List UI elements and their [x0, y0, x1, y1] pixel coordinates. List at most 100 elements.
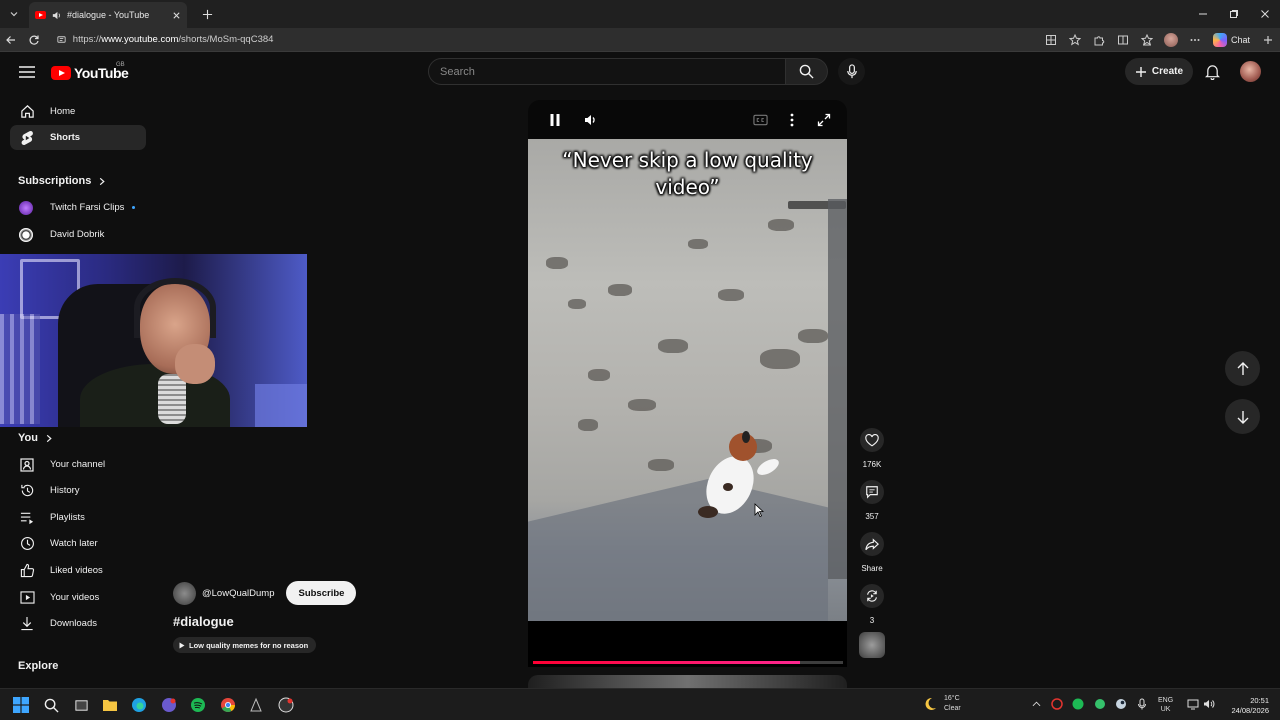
copilot-chat-button[interactable]: Chat — [1207, 32, 1256, 47]
like-count: 176K — [862, 460, 882, 469]
new-tab-button[interactable] — [197, 4, 217, 24]
webcam-headset — [134, 278, 216, 338]
captions-button[interactable] — [752, 112, 768, 128]
tray-spotify-icon[interactable] — [1071, 697, 1085, 711]
sidebar-item-subscription[interactable]: David Dobrik — [10, 222, 146, 247]
thumbs-up-icon — [18, 562, 36, 580]
remix-button[interactable] — [860, 584, 884, 608]
next-short-button[interactable] — [1225, 399, 1260, 434]
account-avatar[interactable] — [1240, 61, 1261, 82]
tray-volume-icon[interactable] — [1202, 697, 1216, 711]
sidebar-item-label: Liked videos — [50, 565, 103, 576]
volume-icon — [1204, 700, 1215, 708]
you-heading[interactable]: You — [18, 432, 53, 444]
browser-tab-active[interactable]: #dialogue - YouTube — [29, 2, 187, 28]
tray-microphone-icon[interactable] — [1135, 697, 1149, 711]
share-button[interactable] — [860, 532, 884, 556]
menu-icon[interactable] — [18, 64, 36, 80]
pinned-app-button[interactable] — [247, 696, 265, 714]
channel-avatar[interactable] — [173, 581, 196, 605]
close-tab-icon[interactable] — [172, 11, 181, 20]
youtube-logo[interactable]: YouTube GB — [51, 62, 129, 81]
messenger-button[interactable] — [160, 696, 178, 714]
more-options-button[interactable] — [784, 112, 800, 128]
sidebar-item-shorts[interactable]: Shorts — [10, 125, 146, 150]
pause-button[interactable] — [547, 112, 563, 128]
sidebar-toggle-button[interactable] — [1256, 29, 1280, 51]
sidebar-item-home[interactable]: Home — [10, 99, 146, 124]
close-window-button[interactable] — [1249, 0, 1280, 28]
sidebar-item-playlists[interactable]: Playlists — [10, 505, 146, 530]
show-hidden-icons-button[interactable] — [1029, 697, 1043, 711]
create-label: Create — [1151, 66, 1184, 77]
comments-button[interactable] — [860, 480, 884, 504]
more-button[interactable] — [1183, 29, 1207, 51]
remix-icon — [867, 590, 877, 602]
refresh-button[interactable] — [23, 29, 46, 51]
new-content-dot — [132, 206, 136, 209]
tray-steam-icon[interactable] — [1114, 697, 1128, 711]
notifications-button[interactable] — [1202, 62, 1222, 82]
tab-actions-menu[interactable] — [3, 3, 25, 25]
speaker-icon[interactable] — [51, 10, 62, 21]
volume-button[interactable] — [583, 112, 599, 128]
spotify-button[interactable] — [189, 696, 207, 714]
sound-source-thumbnail[interactable] — [859, 632, 885, 658]
sidebar-item-watch-later[interactable]: Watch later — [10, 531, 146, 556]
url-field[interactable]: https://www.youtube.com/shorts/MoSm-qqC3… — [52, 30, 1039, 50]
back-button[interactable] — [0, 29, 23, 51]
favorites-button[interactable] — [1135, 29, 1159, 51]
app-available-button[interactable] — [1039, 29, 1063, 51]
voice-search-button[interactable] — [838, 58, 865, 85]
video-stone — [648, 459, 674, 471]
next-short-preview[interactable] — [528, 675, 847, 688]
video-stone — [760, 349, 800, 369]
subscribe-button[interactable]: Subscribe — [286, 581, 357, 605]
tray-app-icon[interactable] — [1050, 697, 1064, 711]
more-vertical-icon — [790, 113, 794, 127]
chrome-button[interactable] — [219, 696, 237, 714]
start-button[interactable] — [12, 696, 30, 714]
sidebar-item-downloads[interactable]: Downloads — [10, 611, 146, 636]
profile-button[interactable] — [1159, 29, 1183, 51]
sidebar-item-subscription[interactable]: Twitch Farsi Clips — [10, 195, 146, 220]
tray-network-icon[interactable] — [1186, 697, 1200, 711]
search-button[interactable] — [786, 58, 828, 85]
sidebar-item-your-channel[interactable]: Your channel — [10, 452, 146, 477]
create-button[interactable]: Create — [1125, 58, 1193, 85]
extensions-button[interactable] — [1087, 29, 1111, 51]
maximize-button[interactable] — [1218, 0, 1249, 28]
channel-handle[interactable]: @LowQualDump — [202, 588, 274, 599]
subscriptions-heading[interactable]: Subscriptions — [18, 175, 106, 187]
edge-browser-button[interactable] — [130, 696, 148, 714]
favorite-button[interactable] — [1063, 29, 1087, 51]
channel-icon — [18, 456, 36, 474]
record-icon — [278, 697, 294, 713]
minimize-icon — [1198, 13, 1207, 15]
file-explorer-button[interactable] — [101, 696, 119, 714]
system-clock[interactable]: 20:51 24/08/2026 — [1223, 696, 1269, 716]
tray-app-icon[interactable] — [1093, 697, 1107, 711]
restore-icon — [1229, 10, 1238, 18]
task-view-button[interactable] — [72, 696, 90, 714]
weather-widget[interactable]: 16°C Clear — [922, 694, 961, 714]
search-input[interactable]: Search — [428, 58, 786, 85]
previous-short-button[interactable] — [1225, 351, 1260, 386]
captions-icon — [752, 114, 768, 126]
fullscreen-button[interactable] — [816, 112, 832, 128]
playlist-chip[interactable]: Low quality memes for no reason — [173, 637, 317, 653]
sidebar-item-history[interactable]: History — [10, 478, 146, 503]
sidebar-item-liked-videos[interactable]: Liked videos — [10, 558, 146, 583]
video-stone — [568, 299, 586, 309]
minimize-button[interactable] — [1187, 0, 1218, 28]
input-language[interactable]: ENG UK — [1158, 696, 1173, 714]
taskbar-search-button[interactable] — [42, 696, 60, 714]
obs-button[interactable] — [277, 696, 295, 714]
split-screen-button[interactable] — [1111, 29, 1135, 51]
sidebar-item-your-videos[interactable]: Your videos — [10, 585, 146, 610]
chat-app-icon — [162, 698, 176, 712]
like-button[interactable] — [860, 428, 884, 452]
shorts-video[interactable]: “Never skip a low quality video” — [528, 139, 847, 621]
video-progress-bar[interactable] — [533, 661, 843, 664]
plus-icon — [1264, 35, 1272, 44]
